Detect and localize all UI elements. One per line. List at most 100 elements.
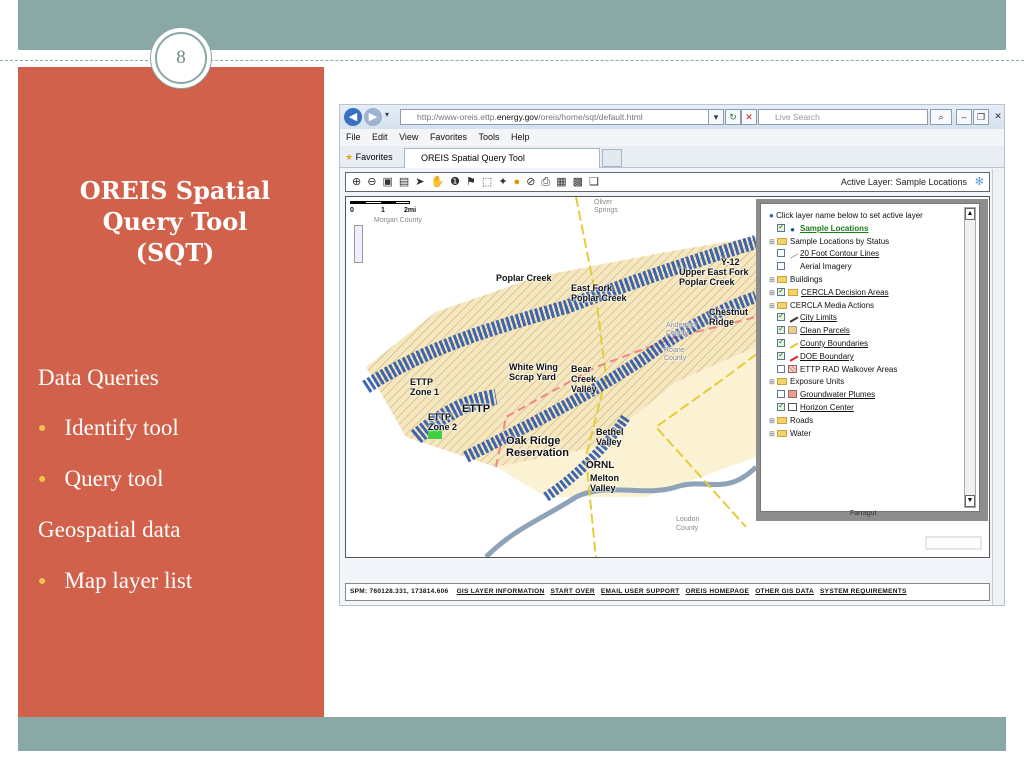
layer-item[interactable]: Clean Parcels bbox=[769, 323, 979, 338]
layer-item[interactable]: DOE Boundary bbox=[769, 349, 979, 364]
scroll-down-icon[interactable]: ▼ bbox=[965, 495, 975, 507]
map-view[interactable]: 0 1 2mi Morgan County Poplar Creek East … bbox=[345, 196, 990, 558]
status-link[interactable]: OREIS HOMEPAGE bbox=[686, 588, 750, 595]
url-field[interactable]: http://www-oreis.ettp.energy.gov/oreis/h… bbox=[400, 109, 718, 125]
dropdown-icon[interactable]: ▾ bbox=[385, 110, 389, 119]
layer-name[interactable]: Water bbox=[790, 429, 811, 438]
zoom-slider[interactable] bbox=[354, 225, 363, 263]
scale-label: 0 bbox=[350, 207, 354, 214]
select-icon[interactable]: ⬚ bbox=[482, 176, 498, 188]
layer-checkbox[interactable] bbox=[777, 349, 785, 362]
layer-item[interactable]: ⊞ Sample Locations by Status bbox=[769, 236, 979, 249]
menu-tools[interactable]: Tools bbox=[478, 132, 499, 142]
pan-hand-icon[interactable]: ✋ bbox=[430, 176, 450, 188]
layer-item[interactable]: 20 Foot Contour Lines bbox=[769, 247, 979, 261]
query-icon[interactable]: ⚑ bbox=[466, 176, 482, 188]
status-link[interactable]: SYSTEM REQUIREMENTS bbox=[820, 588, 907, 595]
zoom-extent-icon[interactable]: ▣ bbox=[382, 176, 398, 188]
back-icon[interactable]: ◀ bbox=[344, 108, 362, 126]
layer-name[interactable]: City Limits bbox=[800, 313, 837, 322]
layer-name[interactable]: 20 Foot Contour Lines bbox=[800, 249, 879, 258]
layer-item[interactable]: Groundwater Plumes bbox=[769, 389, 979, 402]
search-input[interactable]: Live Search bbox=[758, 109, 928, 125]
layer-name[interactable]: CERCLA Media Actions bbox=[790, 301, 874, 310]
layer-item[interactable]: ⊞ CERCLA Media Actions bbox=[769, 300, 979, 313]
url-dropdown-icon[interactable]: ▾ bbox=[708, 109, 724, 125]
layer-scrollbar[interactable]: ▲ ▼ bbox=[964, 207, 976, 508]
export-icon[interactable]: ▦ bbox=[556, 176, 572, 188]
scroll-up-icon[interactable]: ▲ bbox=[965, 208, 975, 220]
layer-item[interactable]: ● Sample Locations bbox=[769, 221, 979, 236]
help-book-icon[interactable]: ❑ bbox=[589, 176, 605, 188]
layer-name[interactable]: Exposure Units bbox=[790, 377, 844, 386]
forward-icon[interactable]: ▶ bbox=[364, 108, 382, 126]
status-link[interactable]: EMAIL USER SUPPORT bbox=[601, 588, 680, 595]
layer-name[interactable]: Aerial Imagery bbox=[800, 262, 852, 271]
menu-favorites[interactable]: Favorites bbox=[430, 132, 467, 142]
layer-checkbox[interactable] bbox=[777, 364, 785, 373]
buffer-icon[interactable]: ✦ bbox=[498, 176, 513, 188]
identify-icon[interactable]: ❶ bbox=[450, 176, 466, 188]
page-scrollbar[interactable] bbox=[992, 169, 1004, 605]
layer-checkbox[interactable] bbox=[777, 262, 785, 271]
zoom-previous-icon[interactable]: ▤ bbox=[399, 176, 415, 188]
expand-icon[interactable]: ⊞ bbox=[769, 429, 777, 442]
layer-checkbox[interactable] bbox=[777, 323, 785, 336]
layer-item[interactable]: ⊞ Buildings bbox=[769, 274, 979, 287]
layer-name[interactable]: ETTP RAD Walkover Areas bbox=[800, 365, 897, 374]
layer-name[interactable]: Sample Locations by Status bbox=[790, 237, 889, 246]
favorites-button[interactable]: ★ Favorites bbox=[345, 150, 393, 164]
new-tab-button[interactable] bbox=[602, 149, 622, 167]
map-label: East Fork Poplar Creek bbox=[571, 283, 627, 303]
layer-name[interactable]: Horizon Center bbox=[800, 403, 854, 412]
layer-name[interactable]: CERCLA Decision Areas bbox=[801, 288, 889, 297]
layer-item[interactable]: Aerial Imagery bbox=[769, 261, 979, 274]
menu-help[interactable]: Help bbox=[511, 132, 530, 142]
layer-checkbox[interactable] bbox=[777, 336, 785, 349]
layer-checkbox[interactable] bbox=[777, 400, 785, 413]
browser-tab[interactable]: OREIS Spatial Query Tool bbox=[404, 148, 600, 168]
close-icon[interactable]: ✕ bbox=[990, 109, 1004, 125]
status-link[interactable]: OTHER GIS DATA bbox=[755, 588, 814, 595]
zoom-in-icon[interactable]: ⊕ bbox=[352, 176, 367, 188]
layer-checkbox[interactable] bbox=[777, 390, 785, 399]
layer-item[interactable]: County Boundaries bbox=[769, 336, 979, 351]
layer-checkbox[interactable] bbox=[777, 249, 785, 258]
layer-name[interactable]: Sample Locations bbox=[800, 224, 868, 233]
layer-item[interactable]: Horizon Center bbox=[769, 400, 979, 415]
status-link[interactable]: GIS LAYER INFORMATION bbox=[457, 588, 545, 595]
legend-icon[interactable]: ▩ bbox=[573, 176, 589, 188]
refresh-map-icon[interactable]: ✻ bbox=[975, 175, 984, 188]
restore-icon[interactable]: ❐ bbox=[973, 109, 989, 125]
layer-item[interactable]: ⊞ Water bbox=[769, 428, 979, 441]
minimize-icon[interactable]: – bbox=[956, 109, 972, 125]
refresh-icon[interactable]: ↻ bbox=[725, 109, 741, 125]
map-label: Anderson County bbox=[666, 322, 696, 337]
stop-icon[interactable]: ✕ bbox=[741, 109, 757, 125]
layer-item[interactable]: ⊞ Exposure Units bbox=[769, 376, 979, 389]
print-icon[interactable]: ⎙ bbox=[541, 176, 556, 188]
menu-edit[interactable]: Edit bbox=[372, 132, 388, 142]
layer-item[interactable]: ⊞CERCLA Decision Areas bbox=[769, 285, 979, 300]
back-arrow-icon[interactable]: ➤ bbox=[415, 176, 430, 188]
layer-name[interactable]: Roads bbox=[790, 416, 813, 425]
measure-icon[interactable]: ● bbox=[514, 176, 527, 188]
layer-checkbox[interactable] bbox=[777, 310, 785, 323]
layer-item[interactable]: City Limits bbox=[769, 310, 979, 325]
layer-name[interactable]: County Boundaries bbox=[800, 339, 868, 348]
layer-item[interactable]: ETTP RAD Walkover Areas bbox=[769, 364, 979, 377]
layer-name[interactable]: Clean Parcels bbox=[800, 326, 850, 335]
layer-checkbox[interactable] bbox=[777, 285, 785, 298]
layer-checkbox[interactable] bbox=[777, 221, 785, 234]
layer-item[interactable]: ⊞ Roads bbox=[769, 415, 979, 428]
layer-name[interactable]: DOE Boundary bbox=[800, 352, 854, 361]
menu-view[interactable]: View bbox=[399, 132, 418, 142]
zoom-out-icon[interactable]: ⊖ bbox=[367, 176, 382, 188]
layer-name[interactable]: Buildings bbox=[790, 275, 822, 284]
search-icon[interactable]: ⌕ bbox=[930, 109, 952, 125]
layer-name[interactable]: Groundwater Plumes bbox=[800, 390, 875, 399]
menu-file[interactable]: File bbox=[346, 132, 361, 142]
clear-icon[interactable]: ⊘ bbox=[526, 176, 541, 188]
status-link[interactable]: START OVER bbox=[550, 588, 594, 595]
status-bar: SPM: 760128.331, 173814.606 GIS LAYER IN… bbox=[345, 583, 990, 601]
